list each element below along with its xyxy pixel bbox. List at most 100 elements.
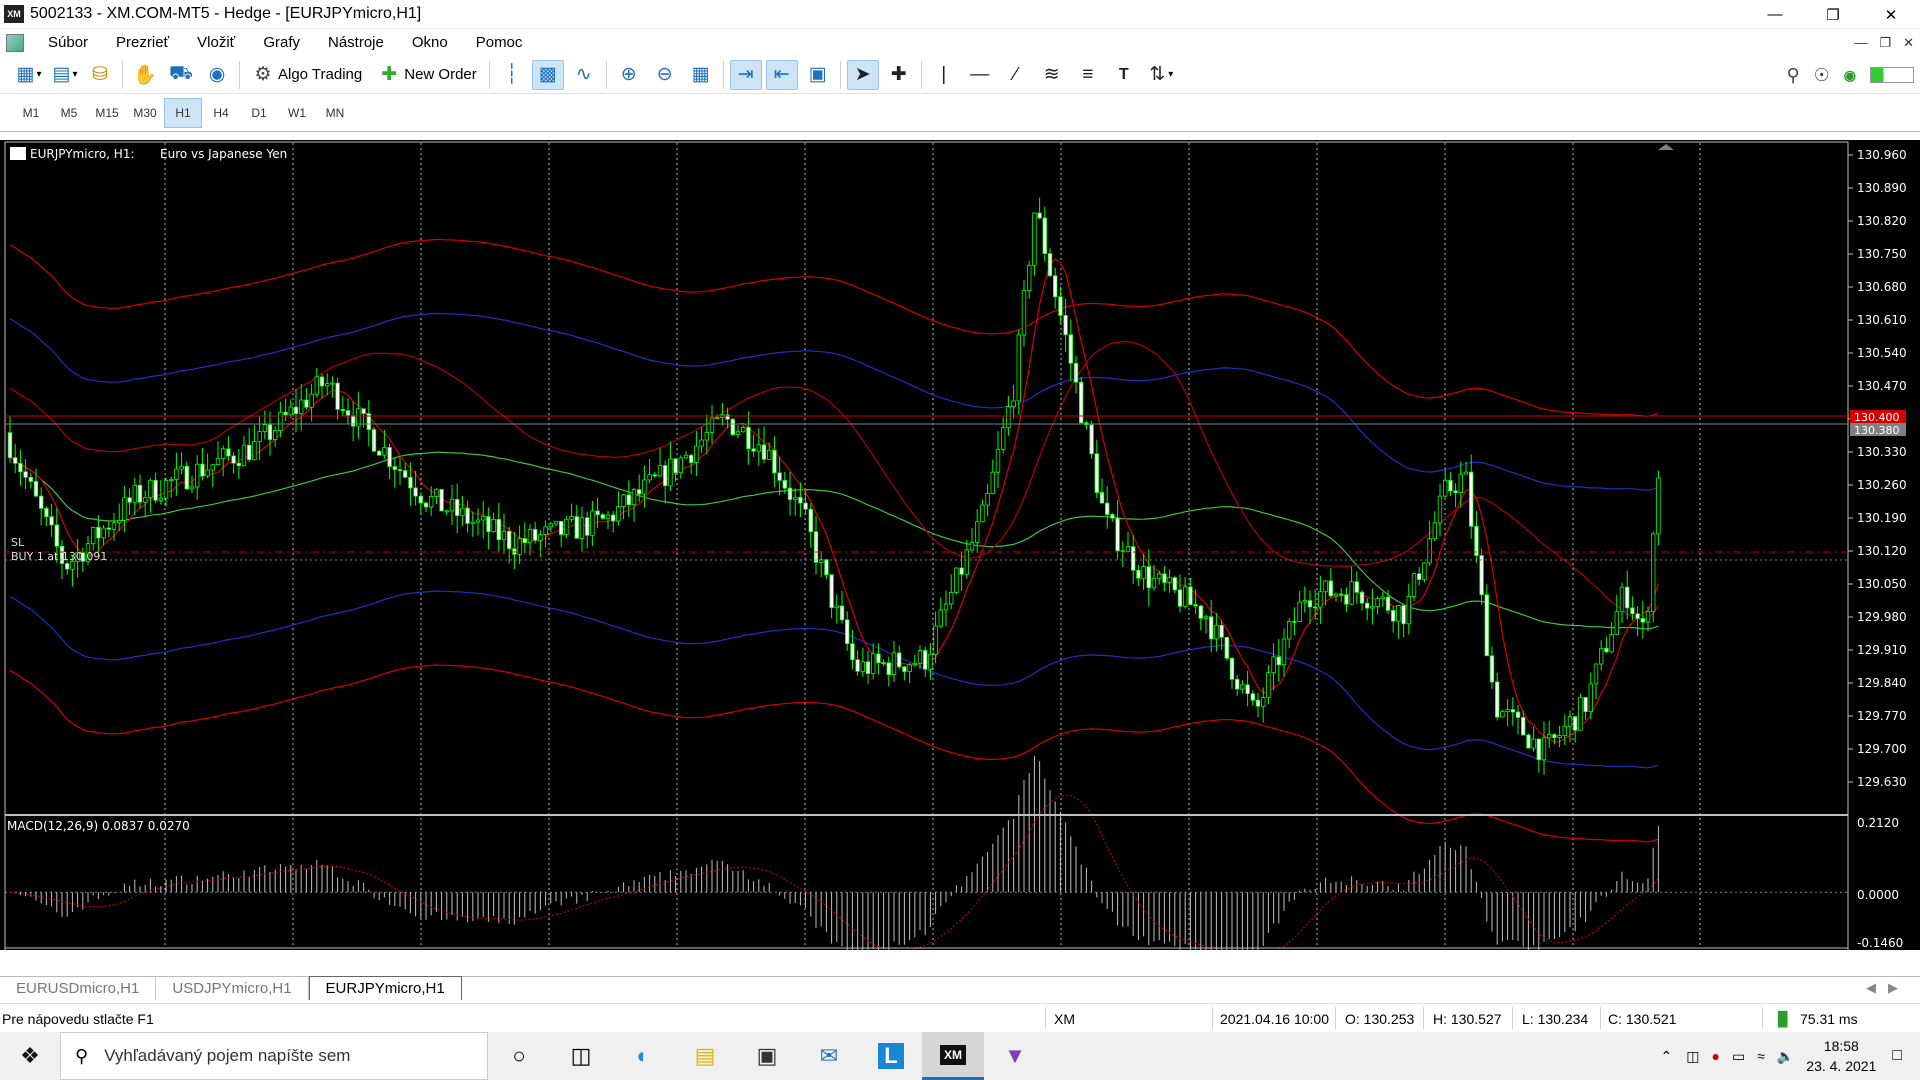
- trendline-button[interactable]: ∕: [1000, 60, 1032, 90]
- close-button[interactable]: ✕: [1862, 0, 1920, 29]
- candle-body: [1011, 400, 1016, 407]
- data-window-button[interactable]: ⛟: [165, 60, 197, 90]
- fibonacci-button[interactable]: ≋: [1036, 60, 1068, 90]
- battery-icon[interactable]: ▭: [1732, 1048, 1745, 1065]
- menu-insert[interactable]: Vložiť: [183, 34, 249, 51]
- candle-body: [408, 476, 413, 489]
- minimize-button[interactable]: —: [1746, 0, 1804, 29]
- taskbar-clock[interactable]: 18:58 23. 4. 2021: [1800, 1036, 1882, 1076]
- text-button[interactable]: T: [1108, 60, 1140, 90]
- timeframe-m1[interactable]: M1: [12, 98, 50, 128]
- menu-help[interactable]: Pomoc: [462, 34, 537, 51]
- indicators-button[interactable]: ▣: [802, 60, 834, 90]
- file-explorer-button[interactable]: ▤: [674, 1032, 736, 1080]
- notifications-icon[interactable]: □: [1892, 1047, 1902, 1065]
- taskbar-search-box[interactable]: ⚲ Vyhľadávaný pojem napíšte sem: [60, 1032, 488, 1080]
- price-axis-label: 130.330: [1857, 445, 1907, 459]
- status-broker: XM: [1054, 1011, 1075, 1027]
- store-button[interactable]: ▣: [736, 1032, 798, 1080]
- cortana-button[interactable]: ○: [488, 1032, 550, 1080]
- menu-window[interactable]: Okno: [398, 34, 462, 51]
- tray-chevron-icon[interactable]: ⌃: [1661, 1048, 1673, 1065]
- arrows-button[interactable]: ⇅ ▾: [1144, 60, 1176, 90]
- candle-body: [1079, 381, 1084, 424]
- zoom-out-button[interactable]: ⊖: [649, 60, 681, 90]
- volume-icon[interactable]: 🔈: [1777, 1048, 1794, 1065]
- tray-camera-icon[interactable]: ◫: [1686, 1048, 1699, 1065]
- new-chart-button[interactable]: ▦ ▾: [12, 60, 44, 90]
- candle-body: [538, 534, 543, 541]
- timeframe-mn[interactable]: MN: [316, 98, 354, 128]
- chart-shift-marker-icon[interactable]: [1658, 144, 1674, 150]
- tab-eurjpy[interactable]: EURJPYmicro,H1: [308, 976, 462, 1000]
- bar-chart-button[interactable]: ┆: [496, 60, 528, 90]
- crosshair-button[interactable]: ✚: [883, 60, 915, 90]
- wifi-icon[interactable]: ≈: [1757, 1048, 1765, 1064]
- price-axis-label: 130.120: [1857, 544, 1907, 558]
- timeframe-h1[interactable]: H1: [164, 97, 202, 128]
- candle-body: [600, 514, 605, 519]
- mail-button[interactable]: ✉: [798, 1032, 860, 1080]
- timeframe-m30[interactable]: M30: [126, 98, 164, 128]
- timeframe-m5[interactable]: M5: [50, 98, 88, 128]
- edge-button[interactable]: ◐: [612, 1032, 674, 1080]
- horizontal-line-icon: —: [970, 63, 990, 85]
- horizontal-line-button[interactable]: —: [964, 60, 996, 90]
- chart-area[interactable]: EURJPYmicro, H1: Euro vs Japanese Yen SL…: [0, 140, 1920, 950]
- menu-file[interactable]: Súbor: [34, 34, 102, 51]
- menu-charts[interactable]: Grafy: [249, 34, 314, 51]
- menu-tools[interactable]: Nástroje: [314, 34, 398, 51]
- algo-trading-button[interactable]: ⚙ Algo Trading: [246, 60, 368, 90]
- cursor-button[interactable]: ➤: [846, 59, 879, 90]
- account-icon[interactable]: ☉: [1814, 65, 1830, 86]
- price-chart[interactable]: EURJPYmicro, H1: Euro vs Japanese Yen SL…: [0, 140, 1920, 950]
- timeframe-w1[interactable]: W1: [278, 98, 316, 128]
- candle-body: [1021, 290, 1027, 336]
- candle-body: [808, 508, 813, 533]
- new-order-button[interactable]: ✚ New Order: [372, 60, 483, 90]
- tab-scroll-arrows[interactable]: ◀▶: [1866, 980, 1910, 996]
- timeframe-m15[interactable]: M15: [88, 98, 126, 128]
- timeframe-d1[interactable]: D1: [240, 98, 278, 128]
- tile-windows-button[interactable]: ▦: [685, 60, 717, 90]
- vertical-line-button[interactable]: |: [928, 60, 960, 90]
- mdi-minimize-icon[interactable]: —: [1854, 35, 1867, 50]
- tab-usdjpy[interactable]: USDJPYmicro,H1: [156, 977, 309, 1000]
- tray-app-icon[interactable]: ●: [1712, 1048, 1720, 1064]
- market-watch-button[interactable]: ⛁: [84, 60, 116, 90]
- candle-body: [663, 465, 668, 487]
- candle-body: [309, 393, 314, 408]
- mdi-close-icon[interactable]: ✕: [1903, 35, 1914, 51]
- candle-body: [475, 519, 481, 523]
- candlestick-button[interactable]: ▩: [531, 59, 564, 90]
- start-button[interactable]: ❖: [0, 1032, 60, 1080]
- search-icon[interactable]: ⚲: [1786, 65, 1799, 86]
- arrows-icon: ⇅: [1149, 64, 1166, 85]
- candle-body: [512, 548, 517, 555]
- document-icon[interactable]: [6, 33, 24, 52]
- channel-button[interactable]: ≡: [1072, 60, 1104, 90]
- mdi-restore-icon[interactable]: ❐: [1879, 35, 1891, 51]
- candle-body: [1484, 594, 1489, 657]
- candle-body: [527, 528, 533, 544]
- signals-button[interactable]: ◉: [201, 60, 233, 90]
- candle-body: [1365, 602, 1370, 609]
- level-icon[interactable]: ◉: [1844, 67, 1856, 84]
- profiles-button[interactable]: ▤ ▾: [48, 60, 80, 90]
- restore-button[interactable]: ❐: [1804, 0, 1862, 29]
- tab-eurusd[interactable]: EURUSDmicro,H1: [0, 977, 157, 1000]
- purple-app-button[interactable]: ▼: [984, 1032, 1046, 1080]
- autoscroll-button[interactable]: ⇥: [729, 59, 762, 90]
- xm-mt5-button[interactable]: XM: [922, 1032, 984, 1080]
- line-chart-button[interactable]: ∿: [568, 60, 600, 90]
- candle-body: [564, 518, 569, 535]
- l-app-button[interactable]: L: [860, 1032, 922, 1080]
- task-view-button[interactable]: ◫: [550, 1032, 612, 1080]
- zoom-in-button[interactable]: ⊕: [613, 60, 645, 90]
- status-bar: Pre nápovedu stlačte F1 XM 2021.04.16 10…: [0, 1003, 1920, 1032]
- navigator-button[interactable]: ✋: [129, 60, 161, 90]
- chart-shift-button[interactable]: ⇤: [765, 59, 798, 90]
- candle-body: [1370, 606, 1375, 609]
- timeframe-h4[interactable]: H4: [202, 98, 240, 128]
- menu-view[interactable]: Prezrieť: [102, 34, 183, 51]
